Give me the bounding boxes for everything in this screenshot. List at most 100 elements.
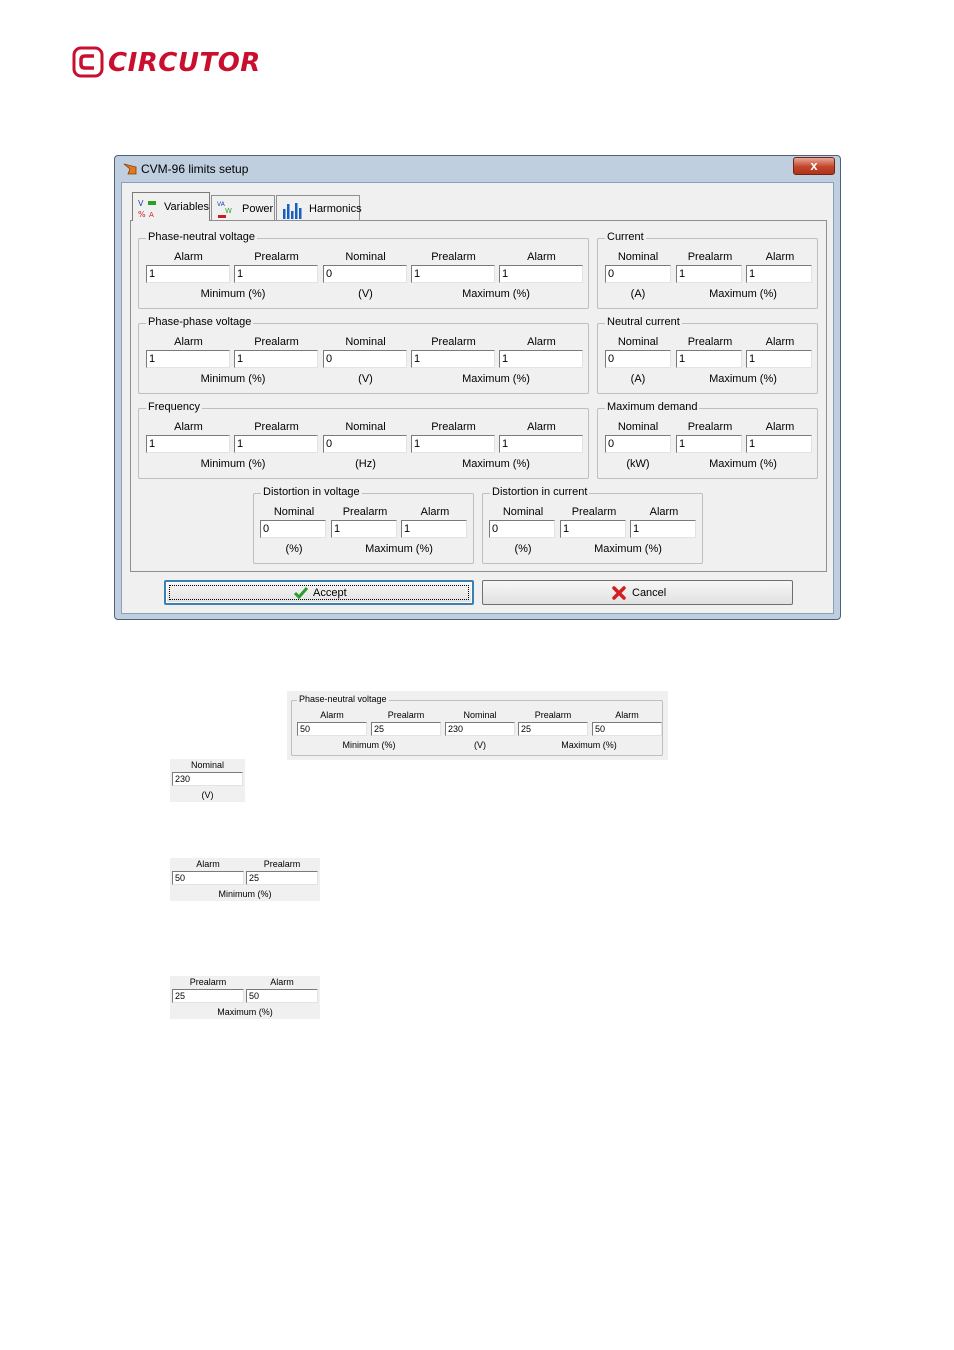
footer-maximum: Maximum (%) (709, 373, 777, 385)
header-nominal: Nominal (617, 421, 659, 433)
footer-unit: (A) (630, 288, 646, 300)
footer-minimum: Minimum (%) (200, 458, 266, 470)
footer-maximum: Maximum (%) (462, 458, 530, 470)
current-alarm-input[interactable]: 1 (746, 265, 812, 283)
footer-minimum: Minimum (%) (200, 288, 266, 300)
group-title: Maximum demand (605, 401, 700, 413)
example-max-prealarm-input[interactable]: 25 (172, 989, 244, 1003)
cancel-button[interactable]: Cancel (482, 580, 793, 605)
close-button[interactable]: x (793, 157, 835, 175)
phase-neutral-prealarm-min-input[interactable]: 1 (234, 265, 318, 283)
header-alarm: Alarm (649, 506, 679, 518)
header-prealarm-max: Prealarm (431, 336, 476, 348)
footer-maximum: Maximum (%) (709, 288, 777, 300)
phase-neutral-alarm-max-input[interactable]: 1 (499, 265, 583, 283)
tab-power[interactable]: VA W Power (211, 195, 275, 221)
example-nominal-input[interactable]: 230 (445, 722, 515, 736)
max-demand-prealarm-input[interactable]: 1 (676, 435, 742, 453)
header-prealarm: Prealarm (571, 506, 617, 518)
example-min-prealarm-input[interactable]: 25 (246, 871, 318, 885)
header-alarm-max: Alarm (527, 336, 556, 348)
accept-button[interactable]: Accept (164, 580, 474, 605)
example-alarm-max-input[interactable]: 50 (592, 722, 662, 736)
svg-text:W: W (225, 207, 232, 215)
example-min-alarm-input[interactable]: 50 (172, 871, 244, 885)
distortion-current-alarm-input[interactable]: 1 (630, 520, 696, 538)
header-alarm-min: Alarm (174, 336, 203, 348)
header-prealarm: Prealarm (263, 859, 301, 869)
phase-phase-alarm-max-input[interactable]: 1 (499, 350, 583, 368)
current-nominal-input[interactable]: 0 (605, 265, 671, 283)
header-prealarm: Prealarm (687, 421, 733, 433)
tab-variables[interactable]: V % A Variables (132, 192, 210, 221)
footer-unit: (V) (201, 790, 214, 800)
group-title: Distortion in voltage (261, 486, 362, 498)
footer-unit: (A) (630, 373, 646, 385)
header-nominal: Nominal (345, 336, 386, 348)
svg-text:%: % (138, 210, 146, 219)
group-title: Phase-neutral voltage (146, 231, 258, 243)
frequency-nominal-input[interactable]: 0 (323, 435, 407, 453)
harmonics-icon (283, 203, 302, 219)
example-alarm-min-input[interactable]: 50 (297, 722, 367, 736)
footer-maximum: Maximum (%) (709, 458, 777, 470)
distortion-current-nominal-input[interactable]: 0 (489, 520, 555, 538)
example-max-alarm-input[interactable]: 50 (246, 989, 318, 1003)
tab-harmonics[interactable]: Harmonics (276, 195, 362, 221)
footer-maximum: Maximum (%) (594, 543, 662, 555)
header-nominal: Nominal (273, 506, 315, 518)
header-nominal: Nominal (190, 760, 224, 770)
group-title: Frequency (146, 401, 202, 413)
distortion-voltage-prealarm-input[interactable]: 1 (331, 520, 397, 538)
frequency-prealarm-max-input[interactable]: 1 (411, 435, 495, 453)
phase-phase-nominal-input[interactable]: 0 (323, 350, 407, 368)
frequency-alarm-max-input[interactable]: 1 (499, 435, 583, 453)
footer-minimum: Minimum (%) (342, 740, 396, 750)
distortion-voltage-nominal-input[interactable]: 0 (260, 520, 326, 538)
phase-phase-prealarm-min-input[interactable]: 1 (234, 350, 318, 368)
neutral-current-nominal-input[interactable]: 0 (605, 350, 671, 368)
phase-phase-prealarm-max-input[interactable]: 1 (411, 350, 495, 368)
example-prealarm-min-input[interactable]: 25 (371, 722, 441, 736)
example-minimum-crop: Alarm Prealarm 50 25 Minimum (%) (170, 858, 320, 901)
frequency-prealarm-min-input[interactable]: 1 (234, 435, 318, 453)
header-alarm-min: Alarm (174, 421, 203, 433)
svg-text:V: V (138, 199, 144, 208)
distortion-voltage-alarm-input[interactable]: 1 (401, 520, 467, 538)
max-demand-nominal-input[interactable]: 0 (605, 435, 671, 453)
tab-label: Variables (164, 201, 210, 213)
current-prealarm-input[interactable]: 1 (676, 265, 742, 283)
footer-minimum: Minimum (%) (218, 889, 272, 899)
footer-unit: (%) (285, 543, 303, 555)
header-alarm-max: Alarm (527, 421, 556, 433)
header-alarm: Alarm (765, 421, 795, 433)
neutral-current-alarm-input[interactable]: 1 (746, 350, 812, 368)
max-demand-alarm-input[interactable]: 1 (746, 435, 812, 453)
footer-unit: (V) (358, 373, 373, 385)
footer-unit: (kW) (626, 458, 650, 470)
example-prealarm-max-input[interactable]: 25 (518, 722, 588, 736)
header-nominal: Nominal (502, 506, 544, 518)
header-nominal: Nominal (617, 336, 659, 348)
example-maximum-crop: Prealarm Alarm 25 50 Maximum (%) (170, 976, 320, 1019)
distortion-current-prealarm-input[interactable]: 1 (560, 520, 626, 538)
accept-label: Accept (313, 587, 347, 599)
header-prealarm-min: Prealarm (254, 251, 299, 263)
header-alarm: Alarm (420, 506, 450, 518)
phase-neutral-alarm-min-input[interactable]: 1 (146, 265, 230, 283)
circutor-logo-icon (72, 46, 104, 78)
phase-neutral-prealarm-max-input[interactable]: 1 (411, 265, 495, 283)
header-nominal: Nominal (345, 251, 386, 263)
window-title: CVM-96 limits setup (141, 162, 249, 176)
phase-phase-alarm-min-input[interactable]: 1 (146, 350, 230, 368)
neutral-current-prealarm-input[interactable]: 1 (676, 350, 742, 368)
phase-neutral-nominal-input[interactable]: 0 (323, 265, 407, 283)
title-bar[interactable]: CVM-96 limits setup x (115, 156, 840, 182)
header-prealarm-max: Prealarm (534, 710, 572, 720)
footer-maximum: Maximum (%) (462, 373, 530, 385)
example-nominal-only-input[interactable]: 230 (172, 772, 243, 786)
frequency-alarm-min-input[interactable]: 1 (146, 435, 230, 453)
tab-label: Power (242, 203, 274, 215)
header-prealarm-max: Prealarm (431, 421, 476, 433)
footer-maximum: Maximum (%) (217, 1007, 273, 1017)
